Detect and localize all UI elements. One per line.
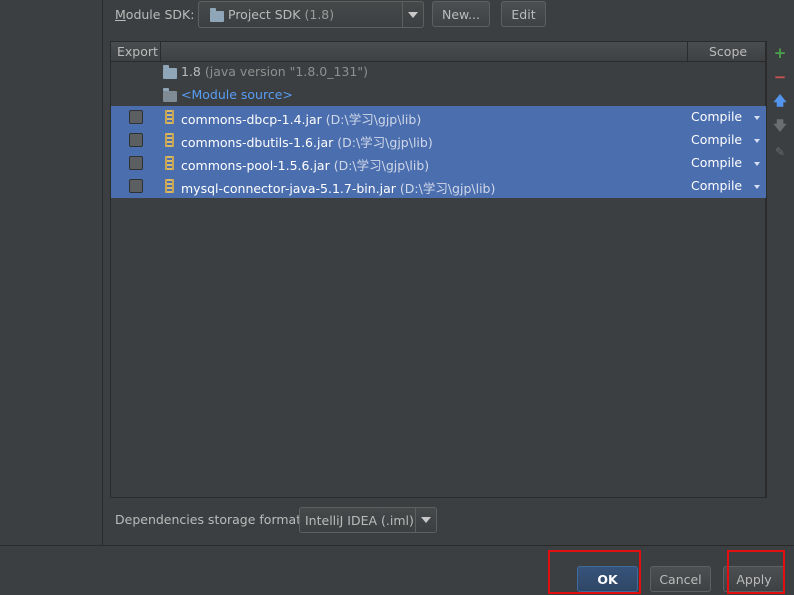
sdk-folder-icon bbox=[210, 8, 224, 22]
add-icon[interactable]: + bbox=[773, 46, 787, 61]
storage-format-dropdown-button[interactable] bbox=[415, 508, 436, 532]
export-checkbox[interactable] bbox=[129, 179, 143, 193]
module-source-label: <Module source> bbox=[181, 87, 293, 102]
left-panel bbox=[0, 0, 103, 545]
library-path: (D:\学习\gjp\lib) bbox=[333, 158, 430, 173]
module-sdk-selected: Project SDK (1.8) bbox=[228, 7, 334, 22]
sdk-row-detail: (java version "1.8.0_131") bbox=[204, 64, 368, 79]
jar-icon bbox=[165, 133, 174, 147]
module-sdk-selected-detail: (1.8) bbox=[304, 7, 335, 22]
export-checkbox[interactable] bbox=[129, 110, 143, 124]
apply-highlight-box bbox=[727, 550, 785, 594]
sdk-row-name: 1.8 bbox=[181, 64, 201, 79]
scope-select[interactable]: Compile bbox=[691, 132, 742, 147]
sdk-row[interactable]: 1.8 (java version "1.8.0_131") bbox=[111, 61, 766, 84]
table-toolbar: + − 🡅 🡇 ✎ bbox=[766, 41, 794, 498]
storage-format-value: IntelliJ IDEA (.iml) bbox=[305, 513, 414, 528]
library-name: commons-dbcp-1.4.jar bbox=[181, 112, 322, 127]
move-up-icon[interactable]: 🡅 bbox=[773, 95, 787, 109]
module-sdk-mnemonic: M bbox=[115, 7, 126, 22]
sdk-row-label: 1.8 (java version "1.8.0_131") bbox=[181, 64, 368, 79]
module-source-folder-icon bbox=[163, 88, 177, 102]
module-sdk-dropdown-button[interactable] bbox=[402, 2, 423, 27]
table-row[interactable]: commons-dbcp-1.4.jar (D:\学习\gjp\lib) Com… bbox=[111, 106, 766, 129]
move-down-icon[interactable]: 🡇 bbox=[773, 120, 787, 134]
remove-icon[interactable]: − bbox=[773, 70, 787, 85]
scope-select[interactable]: Compile bbox=[691, 109, 742, 124]
chevron-down-icon[interactable] bbox=[754, 162, 760, 166]
edit-sdk-button[interactable]: Edit bbox=[501, 1, 546, 27]
dependencies-table: Export Scope 1.8 (java version "1.8.0_13… bbox=[110, 41, 766, 498]
library-label: commons-dbutils-1.6.jar (D:\学习\gjp\lib) bbox=[181, 132, 433, 151]
chevron-down-icon[interactable] bbox=[754, 139, 760, 143]
module-sdk-label: Module SDK: bbox=[115, 7, 194, 22]
library-path: (D:\学习\gjp\lib) bbox=[325, 112, 422, 127]
module-sdk-combo[interactable]: Project SDK (1.8) bbox=[198, 1, 424, 28]
library-path: (D:\学习\gjp\lib) bbox=[399, 181, 496, 196]
library-name: mysql-connector-java-5.1.7-bin.jar bbox=[181, 181, 396, 196]
edit-icon[interactable]: ✎ bbox=[773, 145, 787, 159]
table-row[interactable]: commons-dbutils-1.6.jar (D:\学习\gjp\lib) … bbox=[111, 129, 766, 152]
library-path: (D:\学习\gjp\lib) bbox=[337, 135, 433, 150]
scope-select[interactable]: Compile bbox=[691, 178, 742, 193]
ok-highlight-box bbox=[548, 550, 641, 594]
module-sdk-label-text: odule SDK: bbox=[125, 7, 195, 22]
table-header: Export Scope bbox=[111, 42, 765, 62]
jar-icon bbox=[165, 156, 174, 170]
export-column-header[interactable]: Export bbox=[117, 44, 158, 59]
jar-icon bbox=[165, 179, 174, 193]
storage-format-combo[interactable]: IntelliJ IDEA (.iml) bbox=[299, 507, 437, 533]
library-label: commons-dbcp-1.4.jar (D:\学习\gjp\lib) bbox=[181, 109, 421, 128]
jar-icon bbox=[165, 110, 174, 124]
chevron-down-icon[interactable] bbox=[754, 185, 760, 189]
storage-format-label: Dependencies storage format: bbox=[115, 512, 306, 527]
table-row[interactable]: commons-pool-1.5.6.jar (D:\学习\gjp\lib) C… bbox=[111, 152, 766, 175]
chevron-down-icon bbox=[421, 517, 431, 523]
export-checkbox[interactable] bbox=[129, 156, 143, 170]
cancel-button[interactable]: Cancel bbox=[650, 566, 711, 592]
chevron-down-icon[interactable] bbox=[754, 116, 760, 120]
table-row[interactable]: mysql-connector-java-5.1.7-bin.jar (D:\学… bbox=[111, 175, 766, 198]
library-label: commons-pool-1.5.6.jar (D:\学习\gjp\lib) bbox=[181, 155, 429, 174]
jdk-folder-icon bbox=[163, 65, 177, 79]
chevron-down-icon bbox=[408, 11, 418, 18]
library-name: commons-pool-1.5.6.jar bbox=[181, 158, 330, 173]
library-label: mysql-connector-java-5.1.7-bin.jar (D:\学… bbox=[181, 178, 495, 197]
column-divider bbox=[160, 42, 161, 61]
export-checkbox[interactable] bbox=[129, 133, 143, 147]
scope-column-header[interactable]: Scope bbox=[709, 44, 747, 59]
module-sdk-selected-name: Project SDK bbox=[228, 7, 301, 22]
scope-select[interactable]: Compile bbox=[691, 155, 742, 170]
column-divider bbox=[687, 42, 688, 61]
new-sdk-button[interactable]: New... bbox=[432, 1, 490, 27]
module-source-row[interactable]: <Module source> bbox=[111, 84, 766, 107]
library-name: commons-dbutils-1.6.jar bbox=[181, 135, 334, 150]
